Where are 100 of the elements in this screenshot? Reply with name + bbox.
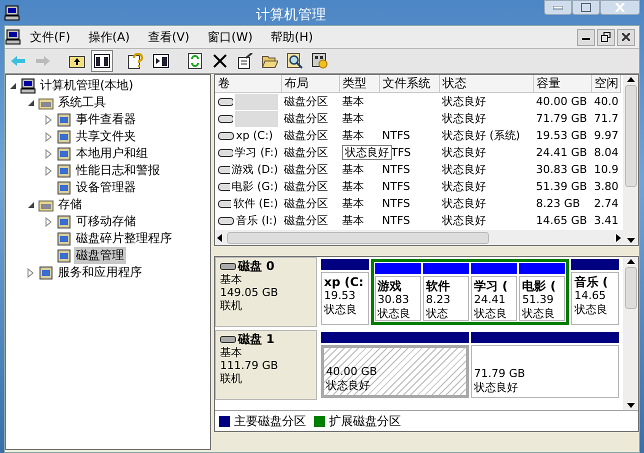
expand-icon[interactable] xyxy=(44,216,54,226)
tree-item[interactable]: 存储 xyxy=(56,196,84,213)
menu-item[interactable]: 查看(V) xyxy=(138,28,198,46)
table-cell: 40.0 xyxy=(594,95,618,108)
close-button[interactable] xyxy=(617,28,635,46)
table-cell: xp (C:) xyxy=(236,129,273,142)
partition-block[interactable]: 40.00 GB 状态良好 xyxy=(321,345,469,398)
disk-info-panel[interactable]: 磁盘 0 基本 149.05 GB 联机 xyxy=(215,257,317,327)
partition-bar xyxy=(471,263,518,274)
partition-block[interactable]: 电影 ( 51.39 状态良 xyxy=(519,276,566,321)
collapse-icon[interactable] xyxy=(26,98,36,108)
minimize-button[interactable] xyxy=(577,28,595,46)
table-cell: 状态良好 xyxy=(442,95,486,108)
menu-item[interactable]: 帮助(H) xyxy=(262,28,322,46)
tree-item[interactable]: 性能日志和警报 xyxy=(74,162,162,179)
table-cell: NTFS xyxy=(382,129,410,142)
scroll-thumb[interactable] xyxy=(624,85,636,187)
expand-icon[interactable] xyxy=(44,148,54,158)
menu-item[interactable]: 操作(A) xyxy=(79,28,139,46)
table-cell: 磁盘分区 xyxy=(284,112,328,125)
tree-item[interactable]: 事件查看器 xyxy=(74,111,138,128)
table-cell: 状态良好 xyxy=(442,146,486,159)
disk-name: 磁盘 0 xyxy=(238,260,275,273)
expand-icon[interactable] xyxy=(44,114,54,124)
table-cell: 磁盘分区 xyxy=(284,129,328,142)
restore-button[interactable] xyxy=(597,28,615,46)
table-cell: 磁盘分区 xyxy=(284,180,328,193)
tree-item[interactable]: 服务和应用程序 xyxy=(56,264,144,281)
scroll-right-icon[interactable] xyxy=(613,232,623,242)
partition-bar xyxy=(519,263,566,274)
column-header[interactable]: 卷 xyxy=(215,75,281,92)
maximize-button[interactable] xyxy=(572,0,600,15)
close-icon xyxy=(622,33,630,41)
tree-item[interactable]: 磁盘碎片整理程序 xyxy=(74,230,174,247)
drive-icon xyxy=(218,132,234,140)
expand-icon[interactable] xyxy=(44,166,54,176)
table-cell: 磁盘分区 xyxy=(284,163,328,176)
table-cell: 14.65 GB xyxy=(536,214,588,227)
menu-item[interactable]: 文件(F) xyxy=(21,28,80,46)
scroll-left-icon[interactable] xyxy=(215,232,225,242)
tree-item[interactable]: 共享文件夹 xyxy=(74,128,138,145)
tree-item[interactable]: 计算机管理(本地) xyxy=(38,77,136,94)
partition-bar xyxy=(321,259,369,270)
partition-block[interactable]: xp (C: 19.53 状态良 xyxy=(321,272,369,325)
restore-icon xyxy=(601,32,611,42)
column-header[interactable]: 空闲 xyxy=(591,75,620,92)
table-cell: TFS xyxy=(391,146,411,159)
drive-icon xyxy=(218,216,234,224)
tree-pane-icon[interactable] xyxy=(91,50,113,72)
table-cell: 基本 xyxy=(342,112,364,125)
partition-block[interactable]: 软件 8.23 状态 xyxy=(422,276,470,321)
disk-status: 联机 xyxy=(220,299,243,312)
table-cell: 10.9 xyxy=(594,163,618,176)
drive-icon xyxy=(218,98,234,106)
expand-icon[interactable] xyxy=(26,268,36,278)
scroll-down-icon[interactable] xyxy=(626,235,636,245)
table-cell: 音乐 (I:) xyxy=(236,213,278,228)
table-cell: 基本 xyxy=(342,197,364,210)
partition-block[interactable]: 学习 ( 24.41 状态良 xyxy=(471,276,518,321)
tree-item[interactable]: 可移动存储 xyxy=(74,213,138,230)
scroll-thumb[interactable] xyxy=(227,232,489,244)
horizontal-scrollbar[interactable] xyxy=(215,230,623,245)
partition-block[interactable]: 音乐 ( 14.65 状态良 xyxy=(571,272,620,325)
table-cell: 8.23 GB xyxy=(536,197,580,210)
collapse-icon[interactable] xyxy=(8,80,18,90)
tree-item[interactable]: 磁盘管理 xyxy=(74,247,126,264)
table-cell: 电影 (G:) xyxy=(232,179,278,194)
table-cell: 状态良好 xyxy=(442,180,486,193)
partition-block[interactable]: 71.79 GB 状态良好 xyxy=(471,345,619,398)
vertical-scrollbar[interactable] xyxy=(623,75,638,245)
table-cell: 状态良好 xyxy=(442,163,486,176)
tree-item[interactable]: 本地用户和组 xyxy=(74,145,150,162)
table-cell: 学习 (F:) xyxy=(234,145,278,160)
table-cell: 软件 (E:) xyxy=(233,196,278,211)
table-cell: 状态良好 xyxy=(442,214,486,227)
column-header[interactable]: 布局 xyxy=(281,75,339,92)
column-header[interactable]: 状态 xyxy=(439,75,533,92)
table-cell: 30.83 GB xyxy=(536,163,588,176)
column-header[interactable]: 容量 xyxy=(533,75,591,92)
maximize-icon xyxy=(581,3,591,12)
disk-status: 联机 xyxy=(220,372,243,385)
menu-item[interactable]: 窗口(W) xyxy=(198,28,262,46)
vertical-scrollbar[interactable] xyxy=(623,257,638,410)
collapse-icon[interactable] xyxy=(26,200,36,210)
table-cell: NTFS xyxy=(382,163,410,176)
table-cell: 71.7 xyxy=(594,112,618,125)
legend-label: 扩展磁盘分区 xyxy=(329,412,401,430)
table-cell: 2.74 xyxy=(594,197,618,210)
tree-item[interactable]: 系统工具 xyxy=(56,94,108,111)
table-cell: 9.97 xyxy=(594,129,618,142)
column-header[interactable]: 类型 xyxy=(339,75,379,92)
expand-icon[interactable] xyxy=(44,132,54,142)
scroll-thumb[interactable] xyxy=(624,267,636,309)
table-cell: 基本 xyxy=(342,129,364,142)
column-header[interactable]: 文件系统 xyxy=(379,75,439,92)
table-cell: 51.39 GB xyxy=(536,180,588,193)
tree-item[interactable]: 设备管理器 xyxy=(74,179,138,196)
partition-block[interactable]: 游戏 30.83 状态良 xyxy=(374,276,421,321)
window-title: 计算机管理 xyxy=(256,6,326,25)
disk-info-panel[interactable]: 磁盘 1 基本 111.79 GB 联机 xyxy=(215,330,317,400)
